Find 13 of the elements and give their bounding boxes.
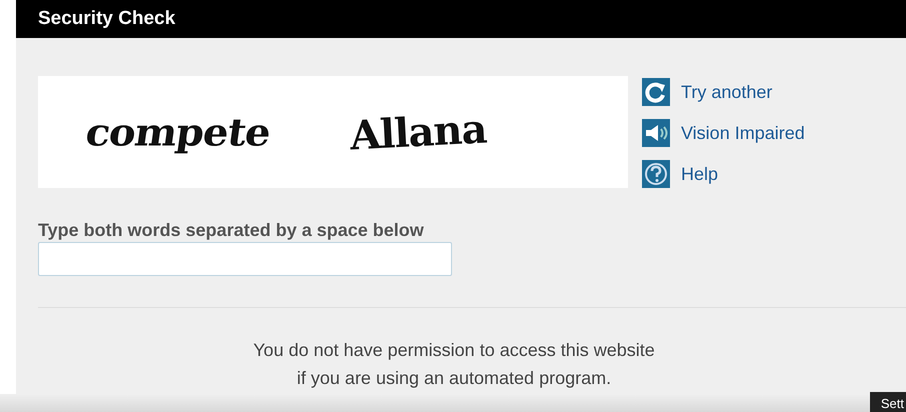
answer-field[interactable] (38, 242, 452, 276)
page-title: Security Check (38, 8, 176, 30)
settings-tooltip: Sett (870, 392, 906, 412)
link[interactable]: Vision Impaired (642, 119, 805, 147)
help-icon (642, 160, 670, 188)
captcha-word: compete (82, 110, 273, 154)
field-label: Type both words separated by a space below (38, 220, 425, 241)
notice-text: You do not have permission to access this website if you are using an automated program. (252, 339, 656, 390)
captcha-word: Allana (348, 104, 488, 160)
link[interactable]: Try another (642, 78, 805, 106)
speaker-icon (642, 119, 670, 147)
link[interactable]: Help (642, 160, 805, 188)
refresh-icon (642, 78, 670, 106)
